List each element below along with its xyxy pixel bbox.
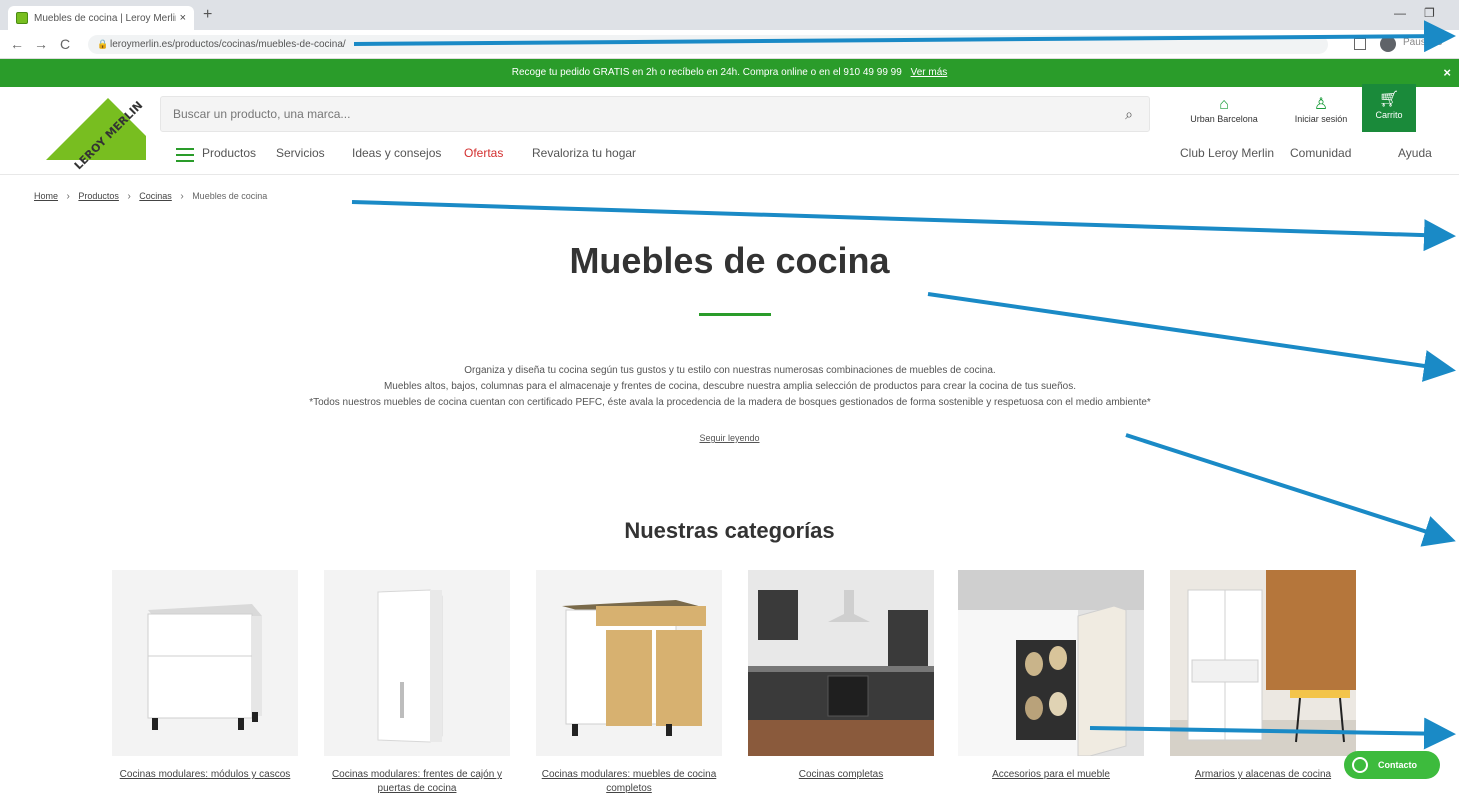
hamburger-menu-icon[interactable] <box>176 148 194 166</box>
store-label: Urban Barcelona <box>1190 114 1258 124</box>
nav-club-leroy-merlin[interactable]: Club Leroy Merlin <box>1180 146 1274 160</box>
chevron-right-icon: › <box>66 191 70 202</box>
nav-ofertas[interactable]: Ofertas <box>464 146 503 160</box>
promo-text: Recoge tu pedido GRATIS en 2h o recíbelo… <box>511 67 902 78</box>
category-card[interactable]: Cocinas modulares: módulos y cascos <box>112 570 298 782</box>
category-label[interactable]: Cocinas modulares: módulos y cascos <box>112 768 298 782</box>
address-bar[interactable]: 🔒 leroymerlin.es/productos/cocinas/muebl… <box>88 35 1328 54</box>
category-label[interactable]: Armarios y alacenas de cocina <box>1170 768 1356 782</box>
profile-status: Pausado <box>1403 37 1443 48</box>
intro-paragraph: Muebles altos, bajos, columnas para el a… <box>383 381 1077 392</box>
breadcrumb: Home › Productos › Cocinas › Muebles de … <box>34 191 267 202</box>
tab-title: Muebles de cocina | Leroy Merlin <box>34 12 176 24</box>
category-image[interactable] <box>958 570 1144 756</box>
intro-paragraph: Organiza y diseña tu cocina según tus gu… <box>464 365 996 376</box>
nav-ideas-y-consejos[interactable]: Ideas y consejos <box>352 146 441 160</box>
annotation-arrow <box>927 292 1456 382</box>
category-label[interactable]: Accesorios para el mueble <box>958 768 1144 782</box>
browser-tab[interactable]: Muebles de cocina | Leroy Merlin × <box>8 6 194 30</box>
category-image[interactable] <box>324 570 510 756</box>
lock-icon: 🔒 <box>97 39 109 49</box>
breadcrumb-productos[interactable]: Productos <box>78 191 119 201</box>
back-button[interactable]: ← <box>10 36 24 52</box>
contact-button[interactable]: Contacto <box>1344 751 1440 779</box>
leroy-merlin-logo[interactable]: LEROY MERLIN <box>46 92 146 172</box>
tab-close-icon[interactable]: × <box>180 12 186 24</box>
title-underline <box>699 313 771 316</box>
category-card[interactable]: Cocinas completas <box>748 570 934 782</box>
page-title: Muebles de cocina <box>569 240 890 281</box>
category-image[interactable] <box>1170 570 1356 756</box>
cart-label: Carrito <box>1375 110 1403 120</box>
nav-servicios[interactable]: Servicios <box>276 146 325 160</box>
nav-ayuda[interactable]: Ayuda <box>1398 146 1432 160</box>
contact-label: Contacto <box>1378 760 1417 770</box>
category-label[interactable]: Cocinas completas <box>748 768 934 782</box>
forward-button[interactable]: → <box>34 36 48 52</box>
header-divider <box>0 174 1459 175</box>
annotation-arrow <box>351 200 1456 252</box>
minimize-button[interactable]: — <box>1394 6 1406 20</box>
chat-icon <box>1352 757 1368 773</box>
category-label[interactable]: Cocinas modulares: frentes de cajón y pu… <box>324 768 510 796</box>
nav-productos[interactable]: Productos <box>202 146 256 160</box>
chevron-right-icon: › <box>127 191 131 202</box>
store-icon: ⌂ <box>1219 96 1229 113</box>
category-card[interactable]: Cocinas modulares: frentes de cajón y pu… <box>324 570 510 796</box>
promo-close-icon[interactable]: × <box>1443 59 1451 87</box>
intro-paragraph: *Todos nuestros muebles de cocina cuenta… <box>309 397 1151 408</box>
promo-banner: Recoge tu pedido GRATIS en 2h o recíbelo… <box>0 59 1459 87</box>
login-button[interactable]: ♙ Iniciar sesión <box>1290 96 1352 132</box>
maximize-button[interactable]: ❐ <box>1424 6 1435 20</box>
chevron-right-icon: › <box>180 191 184 202</box>
nav-comunidad[interactable]: Comunidad <box>1290 146 1351 160</box>
extension-icon[interactable] <box>1354 38 1366 50</box>
breadcrumb-home[interactable]: Home <box>34 191 58 201</box>
browser-tabstrip: Muebles de cocina | Leroy Merlin × + — ❐ <box>0 0 1459 30</box>
profile-avatar[interactable] <box>1380 36 1396 52</box>
read-more: Seguir leyendo <box>0 433 1459 443</box>
category-card[interactable]: Cocinas modulares: muebles de cocina com… <box>536 570 722 796</box>
reload-button[interactable]: C <box>60 36 70 52</box>
favicon-icon <box>16 12 28 24</box>
category-card[interactable]: Armarios y alacenas de cocina <box>1170 570 1356 782</box>
breadcrumb-current: Muebles de cocina <box>192 191 268 201</box>
cart-button[interactable]: 🛒︎ Carrito <box>1362 84 1416 132</box>
store-selector[interactable]: ⌂ Urban Barcelona <box>1184 96 1264 132</box>
category-image[interactable] <box>748 570 934 756</box>
category-label[interactable]: Cocinas modulares: muebles de cocina com… <box>536 768 722 796</box>
login-label: Iniciar sesión <box>1294 114 1348 124</box>
promo-link[interactable]: Ver más <box>911 67 948 78</box>
nav-revaloriza-tu-hogar[interactable]: Revaloriza tu hogar <box>532 146 636 160</box>
page: Muebles de cocina | Leroy Merlin × + — ❐… <box>0 0 1459 796</box>
cart-icon: 🛒︎ <box>1378 91 1400 108</box>
user-icon: ♙ <box>1313 96 1329 113</box>
new-tab-button[interactable]: + <box>203 6 212 24</box>
read-more-link[interactable]: Seguir leyendo <box>699 433 759 443</box>
search-input[interactable]: Buscar un producto, una marca... ⌕ <box>160 96 1150 132</box>
categories-title: Nuestras categorías <box>624 518 835 543</box>
intro-text: Organiza y diseña tu cocina según tus gu… <box>260 363 1200 411</box>
category-card[interactable]: Accesorios para el mueble <box>958 570 1144 782</box>
search-icon[interactable]: ⌕ <box>1125 97 1133 131</box>
browser-toolbar: ← → C 🔒 leroymerlin.es/productos/cocinas… <box>0 30 1459 59</box>
breadcrumb-cocinas[interactable]: Cocinas <box>139 191 172 201</box>
category-image[interactable] <box>536 570 722 756</box>
search-placeholder: Buscar un producto, una marca... <box>173 107 351 121</box>
url-text: leroymerlin.es/productos/cocinas/muebles… <box>110 39 346 50</box>
category-image[interactable] <box>112 570 298 756</box>
